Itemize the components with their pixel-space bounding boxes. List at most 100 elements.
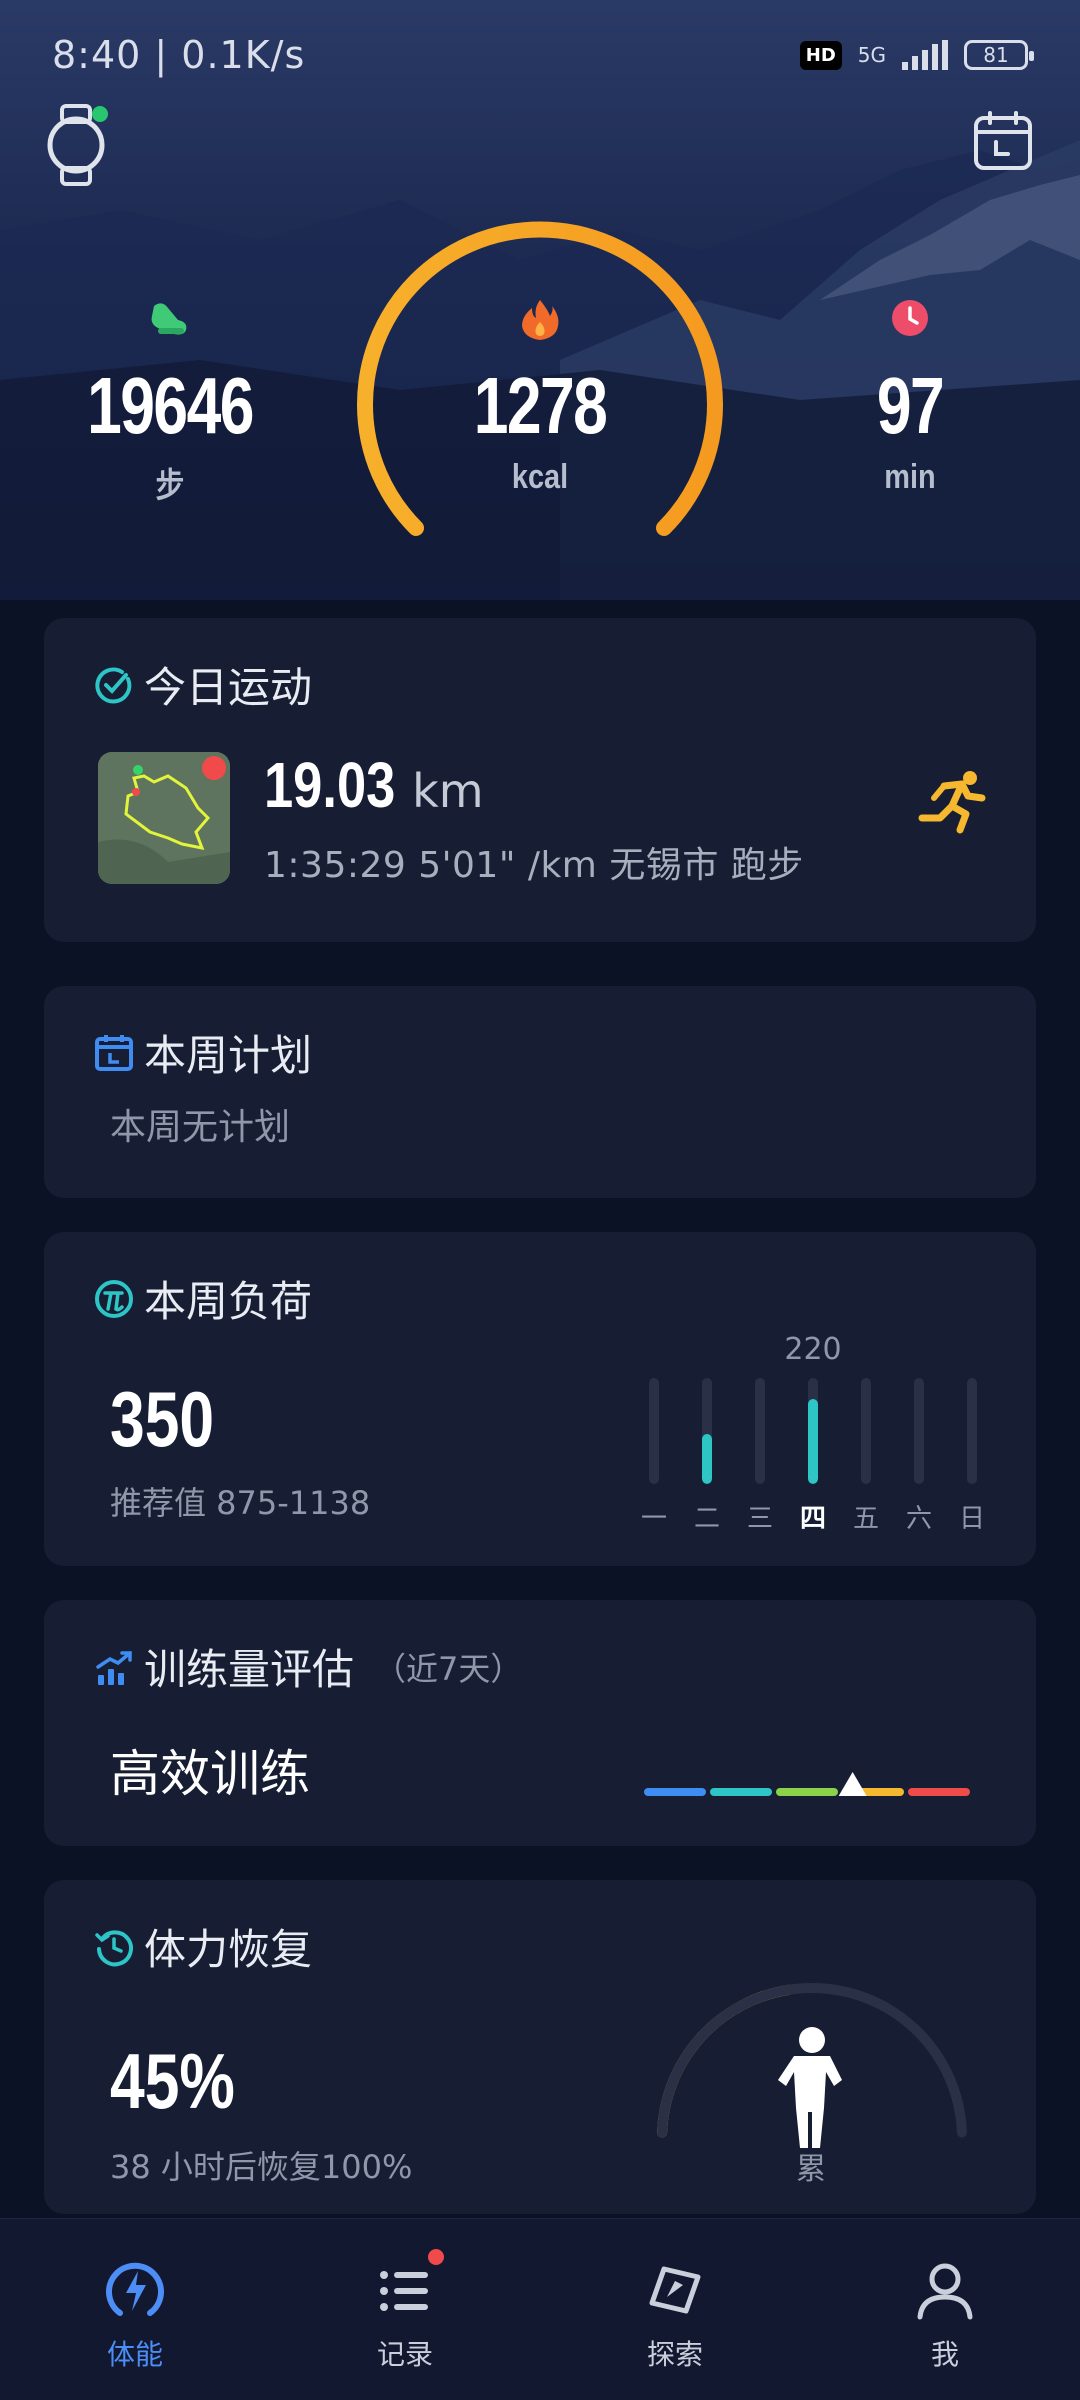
load-bar-track [914, 1378, 924, 1484]
minutes-stat[interactable]: 97 min [780, 298, 1040, 497]
load-bar-6: 六 [899, 1378, 939, 1535]
load-bar-track [967, 1378, 977, 1484]
tab-me[interactable]: 我 [810, 2219, 1080, 2400]
run-distance-unit: km [412, 764, 484, 818]
recovery-title: 体力恢复 [144, 1925, 313, 1974]
bottom-tab-bar: 体能 记录 探索 我 [0, 2218, 1080, 2400]
tab-fitness[interactable]: 体能 [0, 2219, 270, 2400]
flame-icon [522, 300, 559, 340]
tab-records[interactable]: 记录 [270, 2219, 540, 2400]
route-map-image [98, 752, 230, 884]
route-map-thumbnail[interactable] [98, 752, 230, 884]
load-gauge-icon [95, 1279, 133, 1318]
load-bar-day-label: 二 [693, 1504, 720, 1534]
tab-records-label: 记录 [376, 2338, 433, 2371]
weekly-load-recommend: 推荐值 875-1138 [110, 1484, 371, 1522]
running-icon [918, 771, 986, 834]
run-distance-value: 19.03 [264, 749, 396, 821]
weekly-plan-empty: 本周无计划 [110, 1107, 291, 1148]
check-circle-icon [95, 666, 132, 703]
today-workout-title: 今日运动 [144, 663, 313, 712]
weekly-plan-card[interactable]: 本周计划 本周无计划 [44, 986, 1036, 1198]
recovery-header: 体力恢复 [94, 1916, 312, 1977]
load-bar-day-label: 一 [640, 1504, 667, 1534]
tired-person-icon [778, 2027, 842, 2148]
tab-explore[interactable]: 探索 [540, 2219, 810, 2400]
today-workout-card[interactable]: 今日运动 19.03 km 1:35:29 5'01" /km 无锡市 跑步 [44, 618, 1036, 942]
scale-segment-1 [644, 1788, 706, 1796]
weekly-plan-title: 本周计划 [144, 1031, 313, 1080]
today-workout-header: 今日运动 [94, 654, 312, 715]
battery-icon: 81 [964, 40, 1034, 70]
network-label: 5G [857, 43, 886, 67]
recovery-clock-icon [95, 1929, 133, 1966]
list-icon [380, 2271, 428, 2311]
calories-unit: kcal [511, 458, 569, 496]
status-bar: 8:40 | 0.1K/s HD 5G 81 [0, 0, 1080, 110]
load-bar-fill [808, 1399, 818, 1484]
steps-value: 19646 [87, 361, 254, 450]
weekly-load-title: 本周负荷 [144, 1277, 313, 1326]
watch-device-button[interactable] [40, 100, 120, 190]
recovery-value: 45% [110, 2037, 235, 2125]
load-bar-1: 一 [634, 1378, 674, 1535]
trend-chart-icon [96, 1650, 132, 1685]
training-evaluation-card[interactable]: 训练量评估 （近7天） 高效训练 [44, 1600, 1036, 1846]
load-bar-day-label: 日 [958, 1504, 985, 1534]
load-bar-day-label: 六 [905, 1504, 932, 1534]
load-bar-4: 四 [793, 1378, 833, 1535]
calendar-icon [974, 111, 1032, 170]
load-bar-3: 三 [740, 1378, 780, 1535]
scale-segment-5 [908, 1788, 970, 1796]
hd-badge: HD [799, 40, 842, 70]
recovery-card[interactable]: 体力恢复 45% 38 小时后恢复100% 累 [44, 1880, 1036, 2214]
status-time: 8:40 | 0.1K/s [52, 33, 306, 77]
scale-marker [838, 1772, 867, 1796]
steps-stat[interactable]: 19646 步 [40, 298, 300, 507]
load-bar-track [702, 1378, 712, 1484]
scale-segment-2 [710, 1788, 772, 1796]
weekly-load-chart: 220 一二三四五六日 [634, 1332, 1004, 1538]
weekly-load-peak-label: 220 [784, 1332, 842, 1367]
signal-icon [902, 40, 948, 70]
load-bar-2: 二 [687, 1378, 727, 1535]
footprint-icon [151, 303, 187, 335]
recovery-note: 38 小时后恢复100% [110, 2148, 413, 2186]
load-bar-track [861, 1378, 871, 1484]
clock-icon [892, 300, 928, 336]
tab-fitness-label: 体能 [106, 2338, 163, 2371]
compass-icon [649, 2266, 701, 2314]
scale-segment-3 [776, 1788, 838, 1796]
load-bar-day-label: 五 [852, 1504, 879, 1534]
recovery-state: 累 [796, 2152, 826, 2187]
load-bar-7: 日 [952, 1378, 992, 1535]
load-bar-day-label: 四 [799, 1504, 826, 1534]
run-details: 1:35:29 5'01" /km 无锡市 跑步 [264, 845, 804, 886]
weekly-load-card[interactable]: 本周负荷 350 推荐值 875-1138 220 一二三四五六日 [44, 1232, 1036, 1566]
profile-icon [917, 2263, 973, 2320]
training-evaluation-header: 训练量评估 （近7天） [94, 1636, 522, 1697]
load-bar-fill [702, 1434, 712, 1484]
records-notification-dot [428, 2249, 444, 2265]
run-distance: 19.03 km [264, 748, 484, 822]
calories-stat[interactable]: 1278 kcal [410, 298, 670, 497]
calendar-button[interactable] [972, 110, 1034, 172]
energy-icon [106, 2262, 164, 2316]
training-evaluation-status: 高效训练 [110, 1745, 310, 1803]
load-bar-track [649, 1378, 659, 1484]
load-bar-track [808, 1378, 818, 1484]
weekly-plan-header: 本周计划 [94, 1022, 312, 1083]
connected-dot [92, 106, 108, 122]
training-evaluation-subtitle: （近7天） [374, 1649, 523, 1688]
battery-level: 81 [983, 43, 1009, 67]
minutes-unit: min [884, 458, 936, 496]
watch-icon [47, 104, 105, 186]
steps-unit: 步 [155, 467, 185, 505]
tab-explore-label: 探索 [646, 2338, 703, 2371]
load-bar-track [755, 1378, 765, 1484]
load-bar-day-label: 三 [746, 1504, 773, 1534]
load-bar-5: 五 [846, 1378, 886, 1535]
calendar-plan-icon [95, 1034, 133, 1071]
training-evaluation-title: 训练量评估 [144, 1645, 355, 1694]
tab-me-label: 我 [930, 2338, 959, 2371]
